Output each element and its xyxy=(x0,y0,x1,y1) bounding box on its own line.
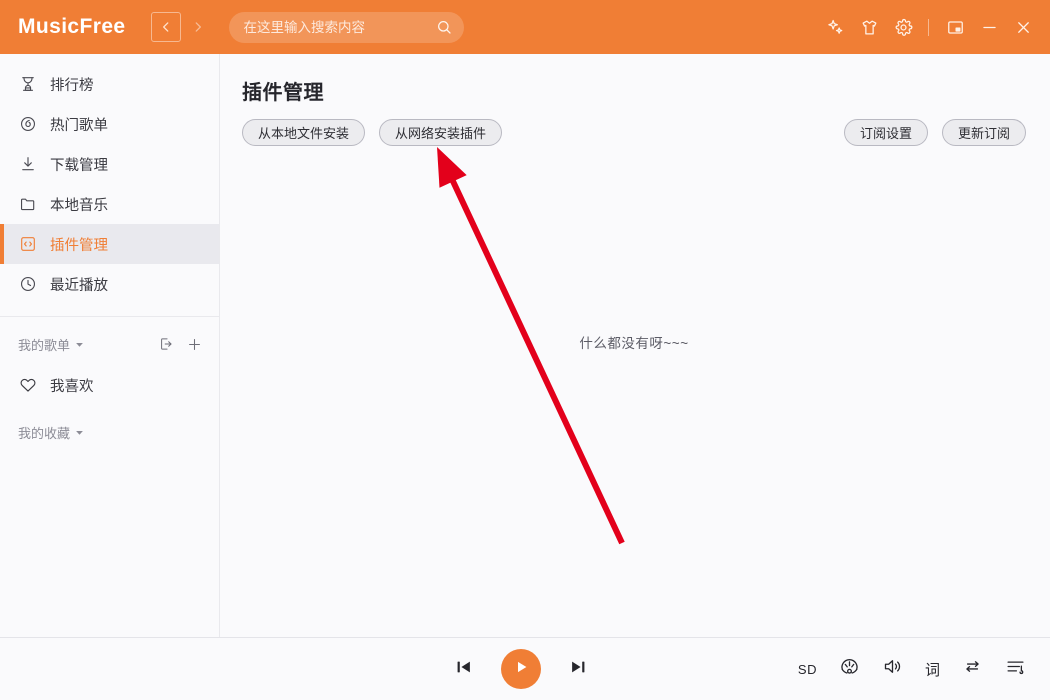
skip-previous-icon xyxy=(453,656,475,683)
subscription-settings-button[interactable]: 订阅设置 xyxy=(843,119,928,146)
sidebar-item-label: 最近播放 xyxy=(50,277,108,294)
search-icon[interactable] xyxy=(436,19,452,35)
play-queue-icon xyxy=(1005,656,1026,682)
update-subscription-button[interactable]: 更新订阅 xyxy=(941,119,1026,146)
quality-button[interactable]: SD xyxy=(798,658,817,680)
previous-button[interactable] xyxy=(453,656,475,683)
folder-icon xyxy=(18,195,37,214)
sidebar: 排行榜 热门歌单 下载管理 本地音乐 插件管理 最近播放 我的歌单 我喜欢 我的… xyxy=(0,54,220,637)
toolbar: 从本地文件安装 从网络安装插件 订阅设置 更新订阅 xyxy=(242,119,1026,146)
speed-gauge-icon xyxy=(839,656,860,682)
repeat-button[interactable] xyxy=(962,658,983,680)
install-from-local-file-button[interactable]: 从本地文件安装 xyxy=(242,119,366,146)
next-button[interactable] xyxy=(567,656,589,683)
install-from-network-button[interactable]: 从网络安装插件 xyxy=(379,119,503,146)
volume-button[interactable] xyxy=(882,658,903,680)
navigation-arrows xyxy=(151,12,213,42)
player-bar: SD 词 xyxy=(0,637,1050,700)
heart-icon xyxy=(18,376,37,395)
minimize-icon[interactable] xyxy=(974,12,1004,42)
playback-controls xyxy=(453,649,589,689)
forward-button[interactable] xyxy=(183,12,213,42)
sidebar-item-plugin-manager[interactable]: 插件管理 xyxy=(0,224,219,264)
main-content: 插件管理 从本地文件安装 从网络安装插件 订阅设置 更新订阅 什么都没有呀~~~ xyxy=(220,54,1050,637)
play-queue-button[interactable] xyxy=(1005,658,1026,680)
musicfree-window: MusicFree 在这里输入搜索内容 排行榜 热门歌单 下载管理 本地音乐 插… xyxy=(0,0,1050,700)
empty-state: 什么都没有呀~~~ xyxy=(242,146,1026,637)
download-icon xyxy=(18,155,37,174)
caret-down-icon xyxy=(75,337,84,352)
caret-down-icon xyxy=(75,425,84,440)
playback-speed-button[interactable] xyxy=(839,658,860,680)
plus-icon[interactable] xyxy=(186,336,203,353)
lyrics-label: 词 xyxy=(924,661,940,679)
play-icon xyxy=(512,658,530,681)
sparkle-icon[interactable] xyxy=(820,12,850,42)
fire-icon xyxy=(18,115,37,134)
sidebar-item-hot-playlists[interactable]: 热门歌单 xyxy=(0,104,219,144)
my-collection-group-header[interactable]: 我的收藏 xyxy=(0,411,219,453)
sidebar-item-label: 下载管理 xyxy=(50,157,108,174)
shirt-icon[interactable] xyxy=(854,12,884,42)
trophy-icon xyxy=(18,75,37,94)
sidebar-item-local-music[interactable]: 本地音乐 xyxy=(0,184,219,224)
volume-icon xyxy=(882,656,903,682)
sidebar-item-ranking[interactable]: 排行榜 xyxy=(0,64,219,104)
sidebar-item-label: 热门歌单 xyxy=(50,117,108,134)
gear-icon[interactable] xyxy=(888,12,918,42)
my-playlists-actions xyxy=(157,336,203,353)
sidebar-divider xyxy=(0,316,219,317)
sidebar-item-label: 我喜欢 xyxy=(50,378,94,395)
app-logo: MusicFree xyxy=(18,15,126,38)
player-options: SD 词 xyxy=(589,658,1034,680)
title-bar: MusicFree xyxy=(0,0,1050,54)
search-input[interactable] xyxy=(243,19,431,35)
repeat-icon xyxy=(962,656,983,682)
empty-state-text: 什么都没有呀~~~ xyxy=(579,335,689,351)
back-button[interactable] xyxy=(151,12,182,42)
titlebar-separator xyxy=(928,18,929,36)
clock-icon xyxy=(18,275,37,294)
sidebar-item-label: 插件管理 xyxy=(50,237,108,254)
page-title: 插件管理 xyxy=(242,82,324,104)
play-button[interactable] xyxy=(501,649,541,689)
sidebar-item-favorites[interactable]: 我喜欢 xyxy=(0,365,219,405)
sidebar-item-label: 本地音乐 xyxy=(50,197,108,214)
my-playlists-toggle[interactable]: 我的歌单 xyxy=(18,335,84,354)
chevron-left-icon xyxy=(159,20,173,34)
close-icon[interactable] xyxy=(1008,12,1038,42)
my-collection-toggle[interactable]: 我的收藏 xyxy=(18,423,84,442)
window-controls xyxy=(820,12,1038,42)
app-body: 排行榜 热门歌单 下载管理 本地音乐 插件管理 最近播放 我的歌单 我喜欢 我的… xyxy=(0,54,1050,637)
sidebar-item-download-manager[interactable]: 下载管理 xyxy=(0,144,219,184)
picture-in-picture-icon[interactable] xyxy=(940,12,970,42)
my-collection-label: 我的收藏 xyxy=(18,425,71,441)
my-playlists-label: 我的歌单 xyxy=(18,337,71,353)
quality-label: SD xyxy=(797,661,817,677)
chevron-right-icon xyxy=(191,20,205,34)
sidebar-item-recently-played[interactable]: 最近播放 xyxy=(0,264,219,304)
import-playlist-icon[interactable] xyxy=(157,336,174,353)
lyrics-button[interactable]: 词 xyxy=(925,658,940,680)
skip-next-icon xyxy=(567,656,589,683)
sidebar-item-label: 排行榜 xyxy=(50,77,94,94)
my-playlists-group-header[interactable]: 我的歌单 xyxy=(0,323,219,365)
search-box[interactable] xyxy=(229,11,465,43)
code-box-icon xyxy=(18,235,37,254)
